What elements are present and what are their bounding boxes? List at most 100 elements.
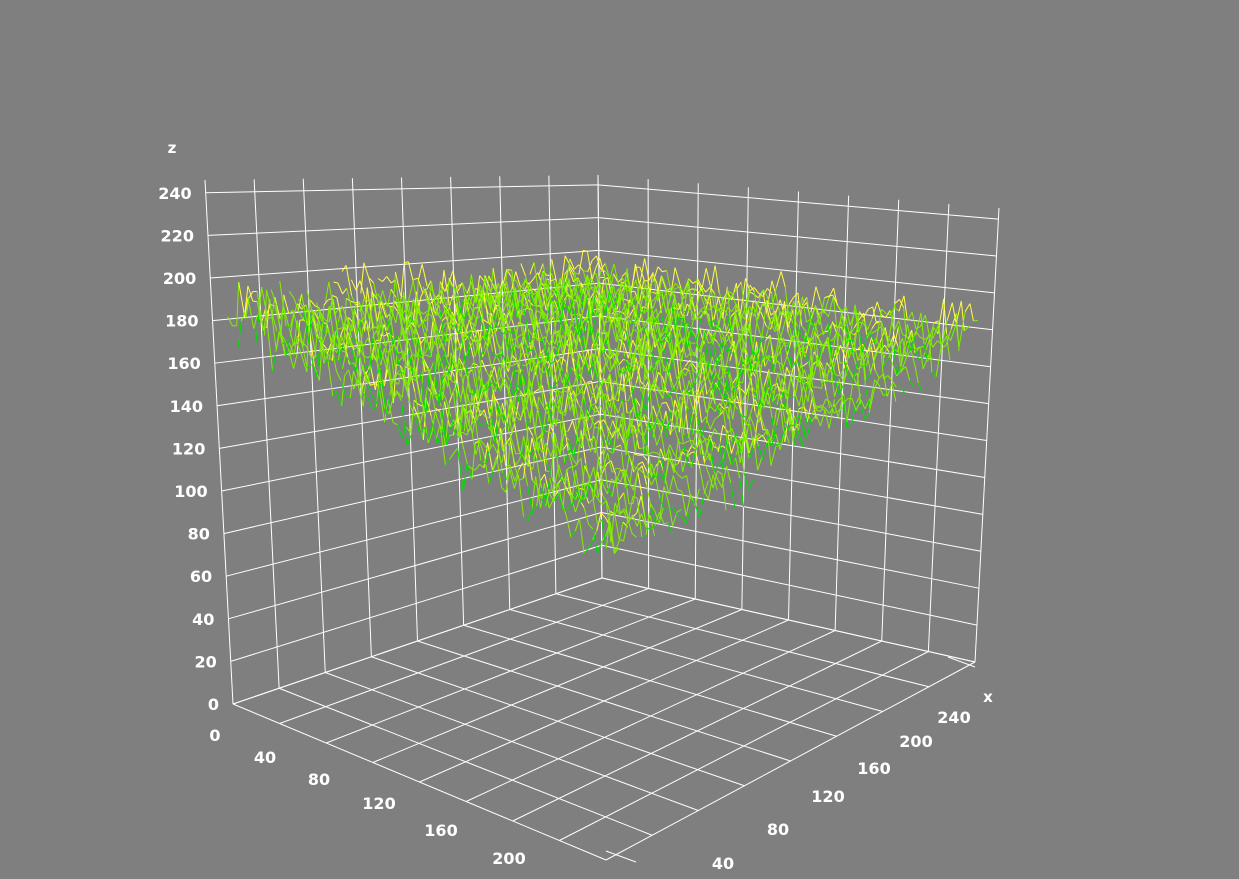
surface-mesh-segment <box>683 434 689 439</box>
surface-mesh-segment <box>609 398 615 419</box>
surface-mesh-segment <box>517 474 525 517</box>
surface-mesh-segment <box>377 278 383 282</box>
surface-mesh-segment <box>917 382 923 393</box>
surface-mesh-segment <box>306 364 312 369</box>
surface-layer <box>227 249 979 555</box>
surface-mesh-segment <box>581 317 587 325</box>
surface-mesh-segment <box>618 358 624 365</box>
surface-mesh-segment <box>757 456 763 471</box>
surface-mesh-segment <box>279 280 287 327</box>
surface-mesh-segment <box>639 405 645 455</box>
surface-mesh-segment <box>571 466 578 489</box>
surface-mesh-segment <box>648 271 654 281</box>
surface-mesh-segment <box>325 359 330 362</box>
surface-mesh-segment <box>841 306 847 312</box>
surface-mesh-segment <box>642 454 648 461</box>
surface-mesh-segment <box>546 463 552 475</box>
surface-mesh-segment <box>931 371 937 378</box>
surface-mesh-segment <box>360 296 365 312</box>
surface-mesh-segment <box>922 354 929 370</box>
surface-mesh-segment <box>371 395 378 404</box>
surface-mesh-segment <box>661 401 667 404</box>
surface-mesh-segment <box>572 323 579 336</box>
surface-mesh-segment <box>794 367 801 398</box>
surface-mesh-segment <box>616 444 622 448</box>
surface-mesh-segment <box>400 400 408 447</box>
surface-mesh-segment <box>677 474 683 479</box>
surface-mesh-segment <box>461 442 468 465</box>
surface-mesh-segment <box>369 364 376 390</box>
surface-mesh-segment <box>636 498 643 538</box>
surface-mesh-segment <box>589 466 595 481</box>
surface-mesh-segment <box>527 485 533 513</box>
surface-mesh-segment <box>546 430 552 434</box>
surface-mesh-segment <box>668 475 674 495</box>
surface-mesh-segment <box>817 386 822 390</box>
surface-mesh-segment <box>529 262 535 275</box>
surface-mesh-segment <box>479 275 485 282</box>
surface-mesh-segment <box>864 412 870 419</box>
surface-mesh-segment <box>396 424 403 438</box>
surface-mesh-segment <box>867 317 873 331</box>
surface-mesh-segment <box>709 428 715 441</box>
x-tick-label: 160 <box>857 759 890 778</box>
surface-mesh-segment <box>822 323 829 336</box>
back-wall-grid-line <box>788 191 799 621</box>
surface-mesh-segment <box>881 308 887 314</box>
surface-mesh-segment <box>656 432 662 446</box>
surface-mesh-segment <box>286 325 291 328</box>
surface-mesh-segment <box>665 402 672 413</box>
x-tick-label: 240 <box>937 708 970 727</box>
z-tick-label: 240 <box>158 184 191 203</box>
surface-mesh-segment <box>337 327 343 330</box>
surface-mesh-segment <box>588 523 594 530</box>
surface-mesh-segment <box>848 368 854 376</box>
surface-mesh-segment <box>592 402 597 406</box>
surface-mesh-segment <box>747 478 754 491</box>
surface-mesh-segment <box>797 430 803 447</box>
surface-mesh-segment <box>607 449 613 454</box>
surface-mesh-segment <box>736 281 742 290</box>
floor-grid-line <box>465 630 836 802</box>
surface-mesh-segment <box>448 270 454 283</box>
surface-mesh-segment <box>681 475 687 479</box>
surface-mesh-segment <box>482 346 488 358</box>
surface-mesh-segment <box>661 420 668 437</box>
surface-mesh-segment <box>692 277 698 299</box>
y-tick-label: 160 <box>424 821 457 840</box>
surface-mesh-segment <box>306 319 310 372</box>
surface-mesh-segment <box>824 295 830 299</box>
surface-mesh-segment <box>350 363 357 372</box>
surface-mesh-segment <box>946 302 953 321</box>
surface-mesh-segment <box>878 384 884 396</box>
z-tick-label: 20 <box>194 652 216 671</box>
surface-mesh-segment <box>574 518 580 532</box>
surface-mesh-segment <box>236 282 240 326</box>
surface-mesh-segment <box>739 478 745 508</box>
surface-mesh-segment <box>523 516 529 521</box>
surface-mesh-segment <box>571 457 578 465</box>
surface-mesh-segment <box>924 314 930 334</box>
surface-mesh-segment <box>422 313 428 324</box>
surface-mesh-segment <box>515 458 521 466</box>
surface-mesh-segment <box>476 419 483 427</box>
left-wall-grid-line <box>253 179 280 689</box>
surface-mesh-segment <box>619 492 625 500</box>
surface-mesh-segment <box>874 369 880 379</box>
surface-mesh-segment <box>835 374 840 377</box>
surface-mesh-segment <box>871 330 877 334</box>
surface-mesh-segment <box>418 403 423 407</box>
surface-mesh-segment <box>359 280 366 299</box>
surface-mesh-segment <box>645 392 651 412</box>
surface-mesh-segment <box>825 389 831 409</box>
surface-mesh-segment <box>492 443 498 454</box>
surface-mesh-segment <box>372 406 377 411</box>
surface-mesh-segment <box>634 467 639 469</box>
surface-mesh-segment <box>714 265 720 293</box>
surface-mesh-segment <box>914 364 919 384</box>
front-edge-line <box>605 850 637 863</box>
surface-mesh-segment <box>602 484 608 494</box>
surface-mesh-segment <box>775 295 781 315</box>
surface-mesh-segment <box>390 288 397 298</box>
surface-mesh-segment <box>858 319 864 333</box>
